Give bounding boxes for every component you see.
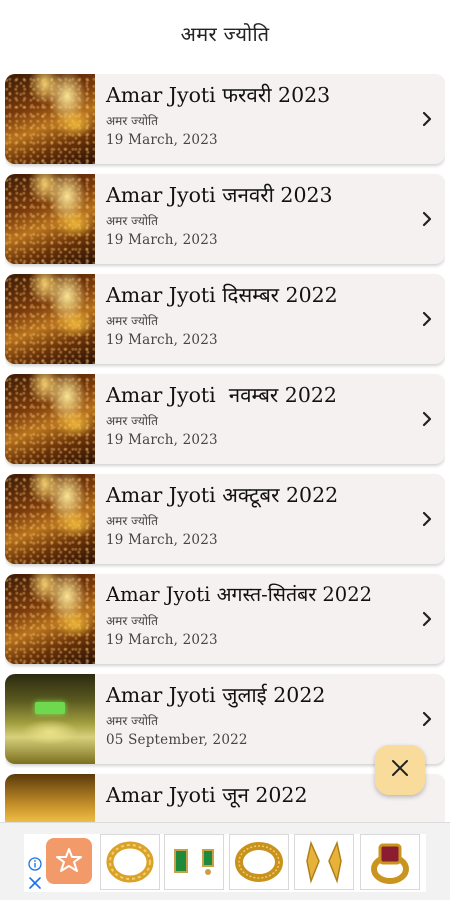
item-title: Amar Jyoti जनवरी 2023 [106,183,333,207]
item-date: 19 March, 2023 [106,532,218,548]
chevron-right-icon [417,509,437,529]
item-title: Amar Jyoti जुलाई 2022 [106,683,326,707]
chevron-right-icon [417,609,437,629]
article-list[interactable]: Amar Jyoti फरवरी 2023 अमर ज्योति 19 Marc… [5,74,445,822]
item-subtitle: अमर ज्योति [106,114,158,128]
thumbnail-image [5,574,95,664]
ad-product-image[interactable] [294,834,354,890]
ad-product-image[interactable] [360,834,420,890]
item-subtitle: अमर ज्योति [106,614,158,628]
ad-product-image[interactable] [100,834,160,890]
close-icon[interactable] [28,875,42,889]
ad-product-image[interactable] [164,834,224,890]
close-fab-button[interactable] [375,745,425,795]
list-item[interactable]: Amar Jyoti अगस्त-सितंबर 2022 अमर ज्योति … [5,574,445,664]
ad-brand-logo[interactable] [46,838,92,884]
list-item[interactable]: Amar Jyoti नवम्बर 2022 अमर ज्योति 19 Mar… [5,374,445,464]
item-title: Amar Jyoti फरवरी 2023 [106,83,331,107]
item-date: 19 March, 2023 [106,332,218,348]
item-subtitle: अमर ज्योति [106,214,158,228]
app-header: अमर ज्योति [0,0,450,66]
list-item[interactable]: Amar Jyoti फरवरी 2023 अमर ज्योति 19 Marc… [5,74,445,164]
item-date: 19 March, 2023 [106,432,218,448]
thumbnail-image [5,674,95,764]
item-title: Amar Jyoti अक्टूबर 2022 [106,483,339,507]
chevron-right-icon [417,709,437,729]
close-icon [391,759,409,781]
item-title: Amar Jyoti दिसम्बर 2022 [106,283,338,307]
item-date: 19 March, 2023 [106,632,218,648]
item-subtitle: अमर ज्योति [106,714,158,728]
item-title: Amar Jyoti अगस्त-सितंबर 2022 [106,583,373,606]
info-icon[interactable] [28,856,42,871]
thumbnail-image [5,774,95,822]
list-item[interactable]: Amar Jyoti जनवरी 2023 अमर ज्योति 19 Marc… [5,174,445,264]
item-subtitle: अमर ज्योति [106,314,158,328]
ad-product-image[interactable] [229,834,289,890]
item-subtitle: अमर ज्योति [106,414,158,428]
thumbnail-image [5,374,95,464]
chevron-right-icon [417,309,437,329]
list-item[interactable]: Amar Jyoti अक्टूबर 2022 अमर ज्योति 19 Ma… [5,474,445,564]
item-date: 19 March, 2023 [106,232,218,248]
item-date: 19 March, 2023 [106,132,218,148]
chevron-right-icon [417,409,437,429]
thumbnail-image [5,474,95,564]
page-title: अमर ज्योति [180,21,270,46]
item-title: Amar Jyoti नवम्बर 2022 [106,383,337,407]
item-subtitle: अमर ज्योति [106,514,158,528]
list-item[interactable]: Amar Jyoti दिसम्बर 2022 अमर ज्योति 19 Ma… [5,274,445,364]
thumbnail-image [5,274,95,364]
thumbnail-image [5,174,95,264]
chevron-right-icon [417,209,437,229]
thumbnail-image [5,74,95,164]
chevron-right-icon [417,109,437,129]
